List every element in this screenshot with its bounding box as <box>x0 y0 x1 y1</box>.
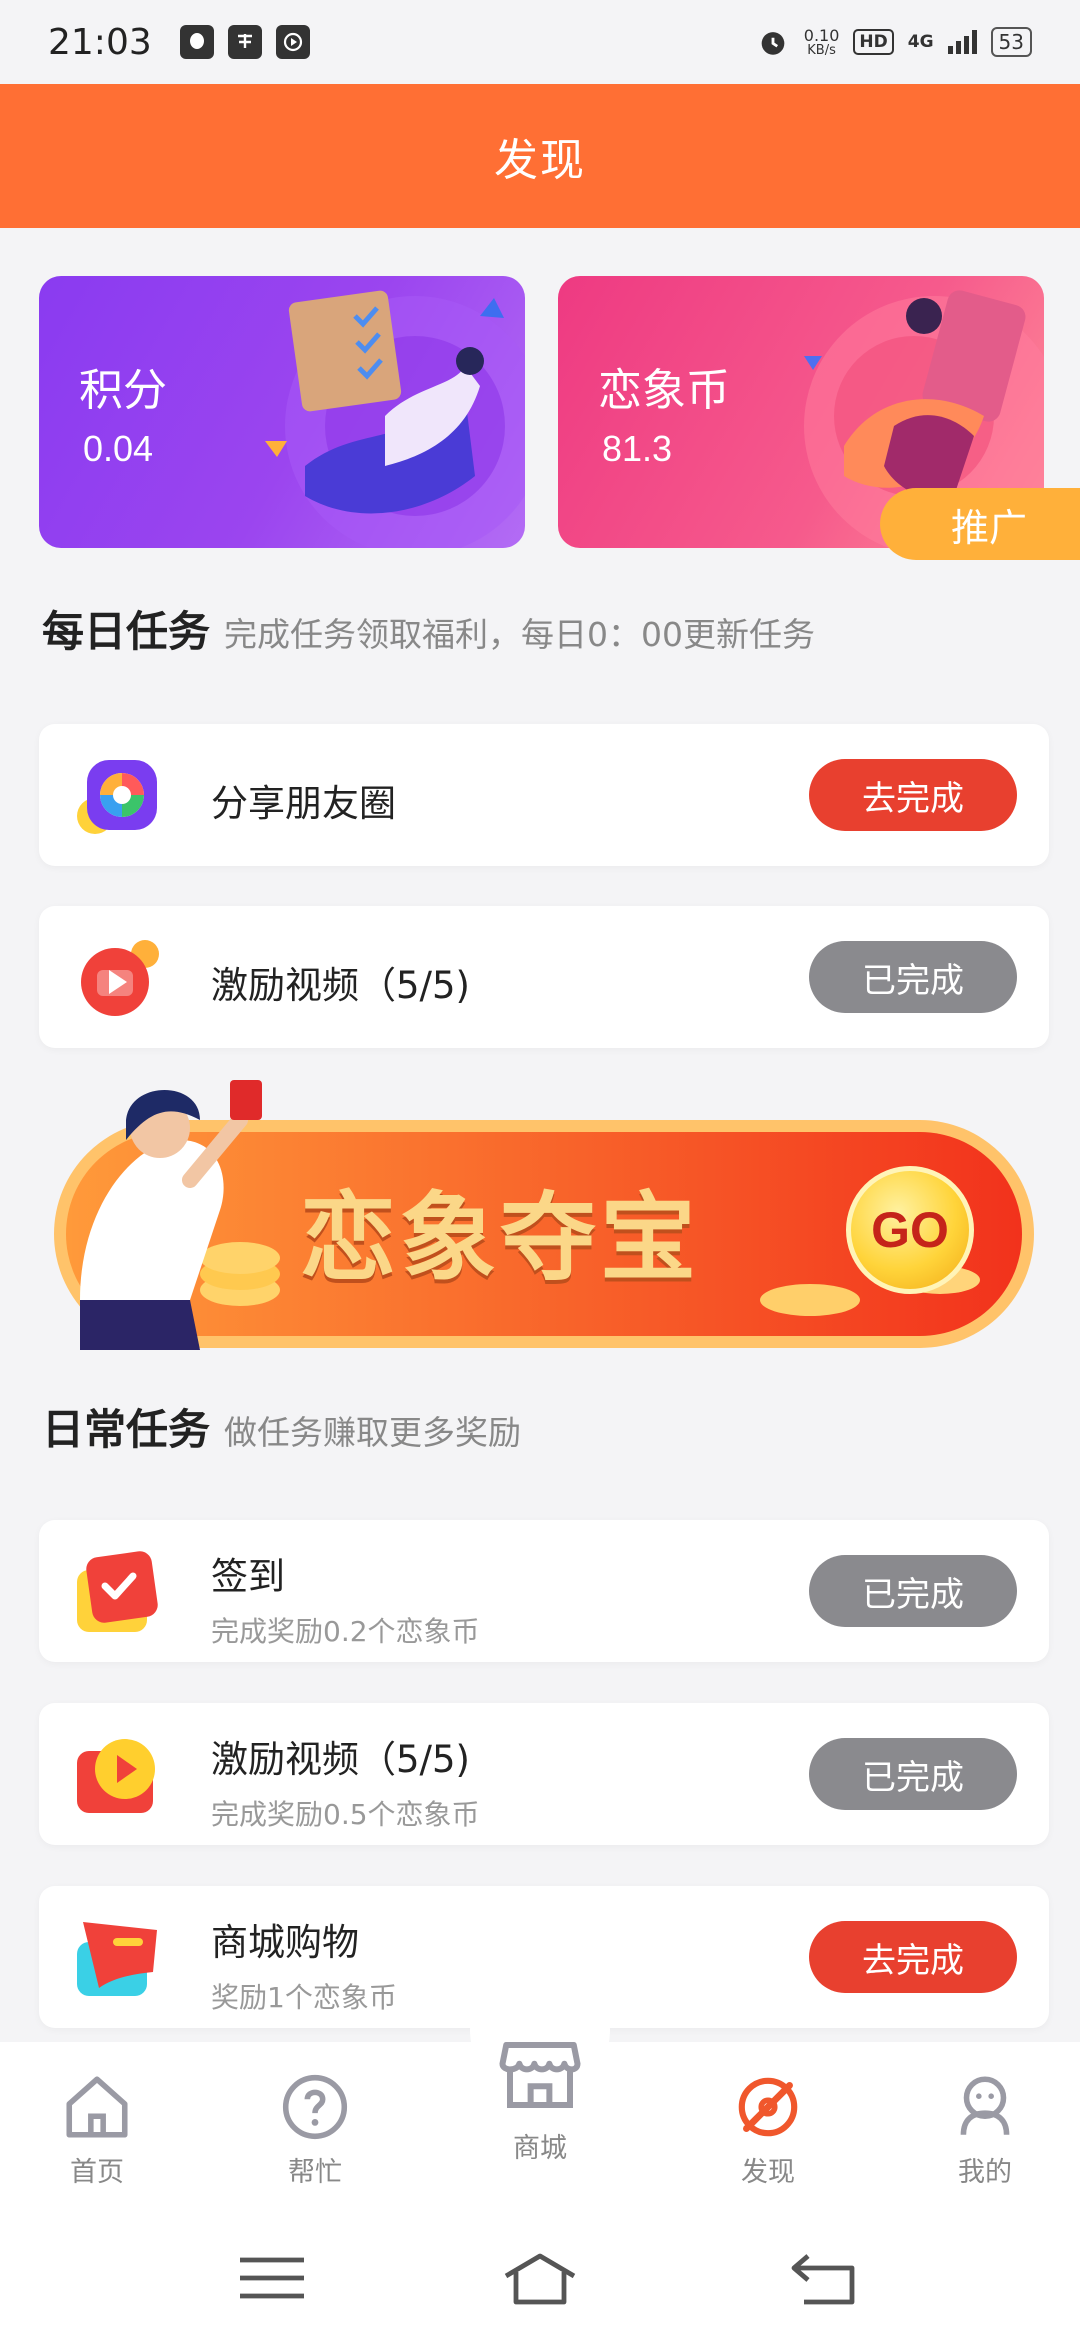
task-name: 商城购物 <box>211 1921 359 1964</box>
qq-icon <box>179 25 214 59</box>
daily-task-video: 激励视频（5/5) 已完成 <box>39 906 1049 1048</box>
back-icon[interactable] <box>784 2248 864 2308</box>
points-card[interactable]: 积分 0.04 <box>39 276 525 548</box>
checkin-icon <box>77 1551 158 1632</box>
moments-icon <box>77 760 157 834</box>
tab-shop-label: 商城 <box>513 2133 567 2164</box>
coins-title: 恋象币 <box>598 365 730 416</box>
completed-task-button[interactable]: 已完成 <box>809 1738 1017 1810</box>
tab-help[interactable]: 帮忙 <box>240 2042 390 2218</box>
profile-icon <box>960 2076 1010 2135</box>
completed-task-button[interactable]: 已完成 <box>809 941 1017 1013</box>
points-illustration <box>265 290 525 548</box>
status-bar: 21:03 0.10 KB/s HD 4G 53 <box>0 0 1080 84</box>
status-indicators: 0.10 KB/s HD 4G 53 <box>756 25 1032 59</box>
menu-icon[interactable] <box>232 2248 312 2308</box>
routine-task-video: 激励视频（5/5) 完成奖励0.5个恋象币 已完成 <box>39 1703 1049 1845</box>
shopping-icon <box>77 1922 157 1996</box>
tab-home-label: 首页 <box>70 2157 124 2188</box>
routine-tasks-header: 日常任务 做任务赚取更多奖励 <box>42 1396 521 1457</box>
points-value: 0.04 <box>83 428 154 469</box>
task-name: 激励视频（5/5) <box>211 1738 470 1781</box>
task-reward-desc: 奖励1个恋象币 <box>211 1981 397 2014</box>
complete-task-button[interactable]: 去完成 <box>809 1921 1017 1993</box>
alarm-icon <box>761 32 785 55</box>
tab-profile[interactable]: 我的 <box>910 2042 1060 2218</box>
status-time: 21:03 <box>48 21 152 63</box>
network-type: 4G <box>907 32 934 52</box>
completed-task-button[interactable]: 已完成 <box>809 1555 1017 1627</box>
daily-task-share: 分享朋友圈 去完成 <box>39 724 1049 866</box>
go-button[interactable]: GO <box>846 1166 974 1294</box>
shop-icon <box>499 2042 581 2108</box>
routine-tasks-subtitle: 做任务赚取更多奖励 <box>224 1413 522 1452</box>
task-name: 分享朋友圈 <box>211 782 396 825</box>
tab-shop[interactable]: 商城 <box>465 2002 615 2178</box>
tab-help-label: 帮忙 <box>288 2157 342 2188</box>
home-nav-icon[interactable] <box>500 2248 580 2308</box>
alipay-icon <box>227 25 262 59</box>
tab-discover-label: 发现 <box>741 2157 795 2188</box>
page-header: 发现 <box>0 84 1080 228</box>
daily-tasks-subtitle: 完成任务领取福利，每日0：00更新任务 <box>224 615 816 654</box>
video-reward-icon <box>81 940 159 1016</box>
task-reward-desc: 完成奖励0.5个恋象币 <box>211 1798 480 1831</box>
tab-profile-label: 我的 <box>958 2157 1012 2188</box>
network-speed: 0.10 KB/s <box>803 25 840 58</box>
battery-icon: 53 <box>990 27 1032 57</box>
video-reward-icon <box>77 1739 155 1813</box>
complete-task-button[interactable]: 去完成 <box>809 759 1017 831</box>
signal-icon <box>947 30 977 54</box>
system-navigation-bar <box>0 2218 1080 2340</box>
routine-task-checkin: 签到 完成奖励0.2个恋象币 已完成 <box>39 1520 1049 1662</box>
video-icon <box>275 25 310 59</box>
promo-badge[interactable]: 推广 <box>880 488 1080 560</box>
notification-icons <box>179 25 310 59</box>
banner-title: 恋象夺宝 <box>300 1181 700 1294</box>
home-icon <box>66 2076 128 2138</box>
task-name: 激励视频（5/5) <box>211 964 470 1007</box>
task-reward-desc: 完成奖励0.2个恋象币 <box>211 1615 480 1648</box>
page-title: 发现 <box>494 135 586 186</box>
daily-tasks-title: 每日任务 <box>42 607 211 656</box>
task-name: 签到 <box>211 1555 285 1598</box>
speed-value: 0.10 <box>803 25 840 45</box>
daily-tasks-header: 每日任务 完成任务领取福利，每日0：00更新任务 <box>42 598 815 659</box>
coins-value: 81.3 <box>602 428 673 469</box>
hd-badge: HD <box>853 29 894 55</box>
discover-icon <box>738 2077 798 2137</box>
tab-home[interactable]: 首页 <box>22 2042 172 2218</box>
help-icon <box>282 2074 348 2140</box>
routine-tasks-title: 日常任务 <box>42 1405 211 1454</box>
tab-discover[interactable]: 发现 <box>693 2042 843 2218</box>
bottom-tab-bar: 首页 帮忙 商城 发现 我的 <box>0 2042 1080 2218</box>
speed-unit: KB/s <box>807 42 836 58</box>
points-title: 积分 <box>79 365 167 416</box>
